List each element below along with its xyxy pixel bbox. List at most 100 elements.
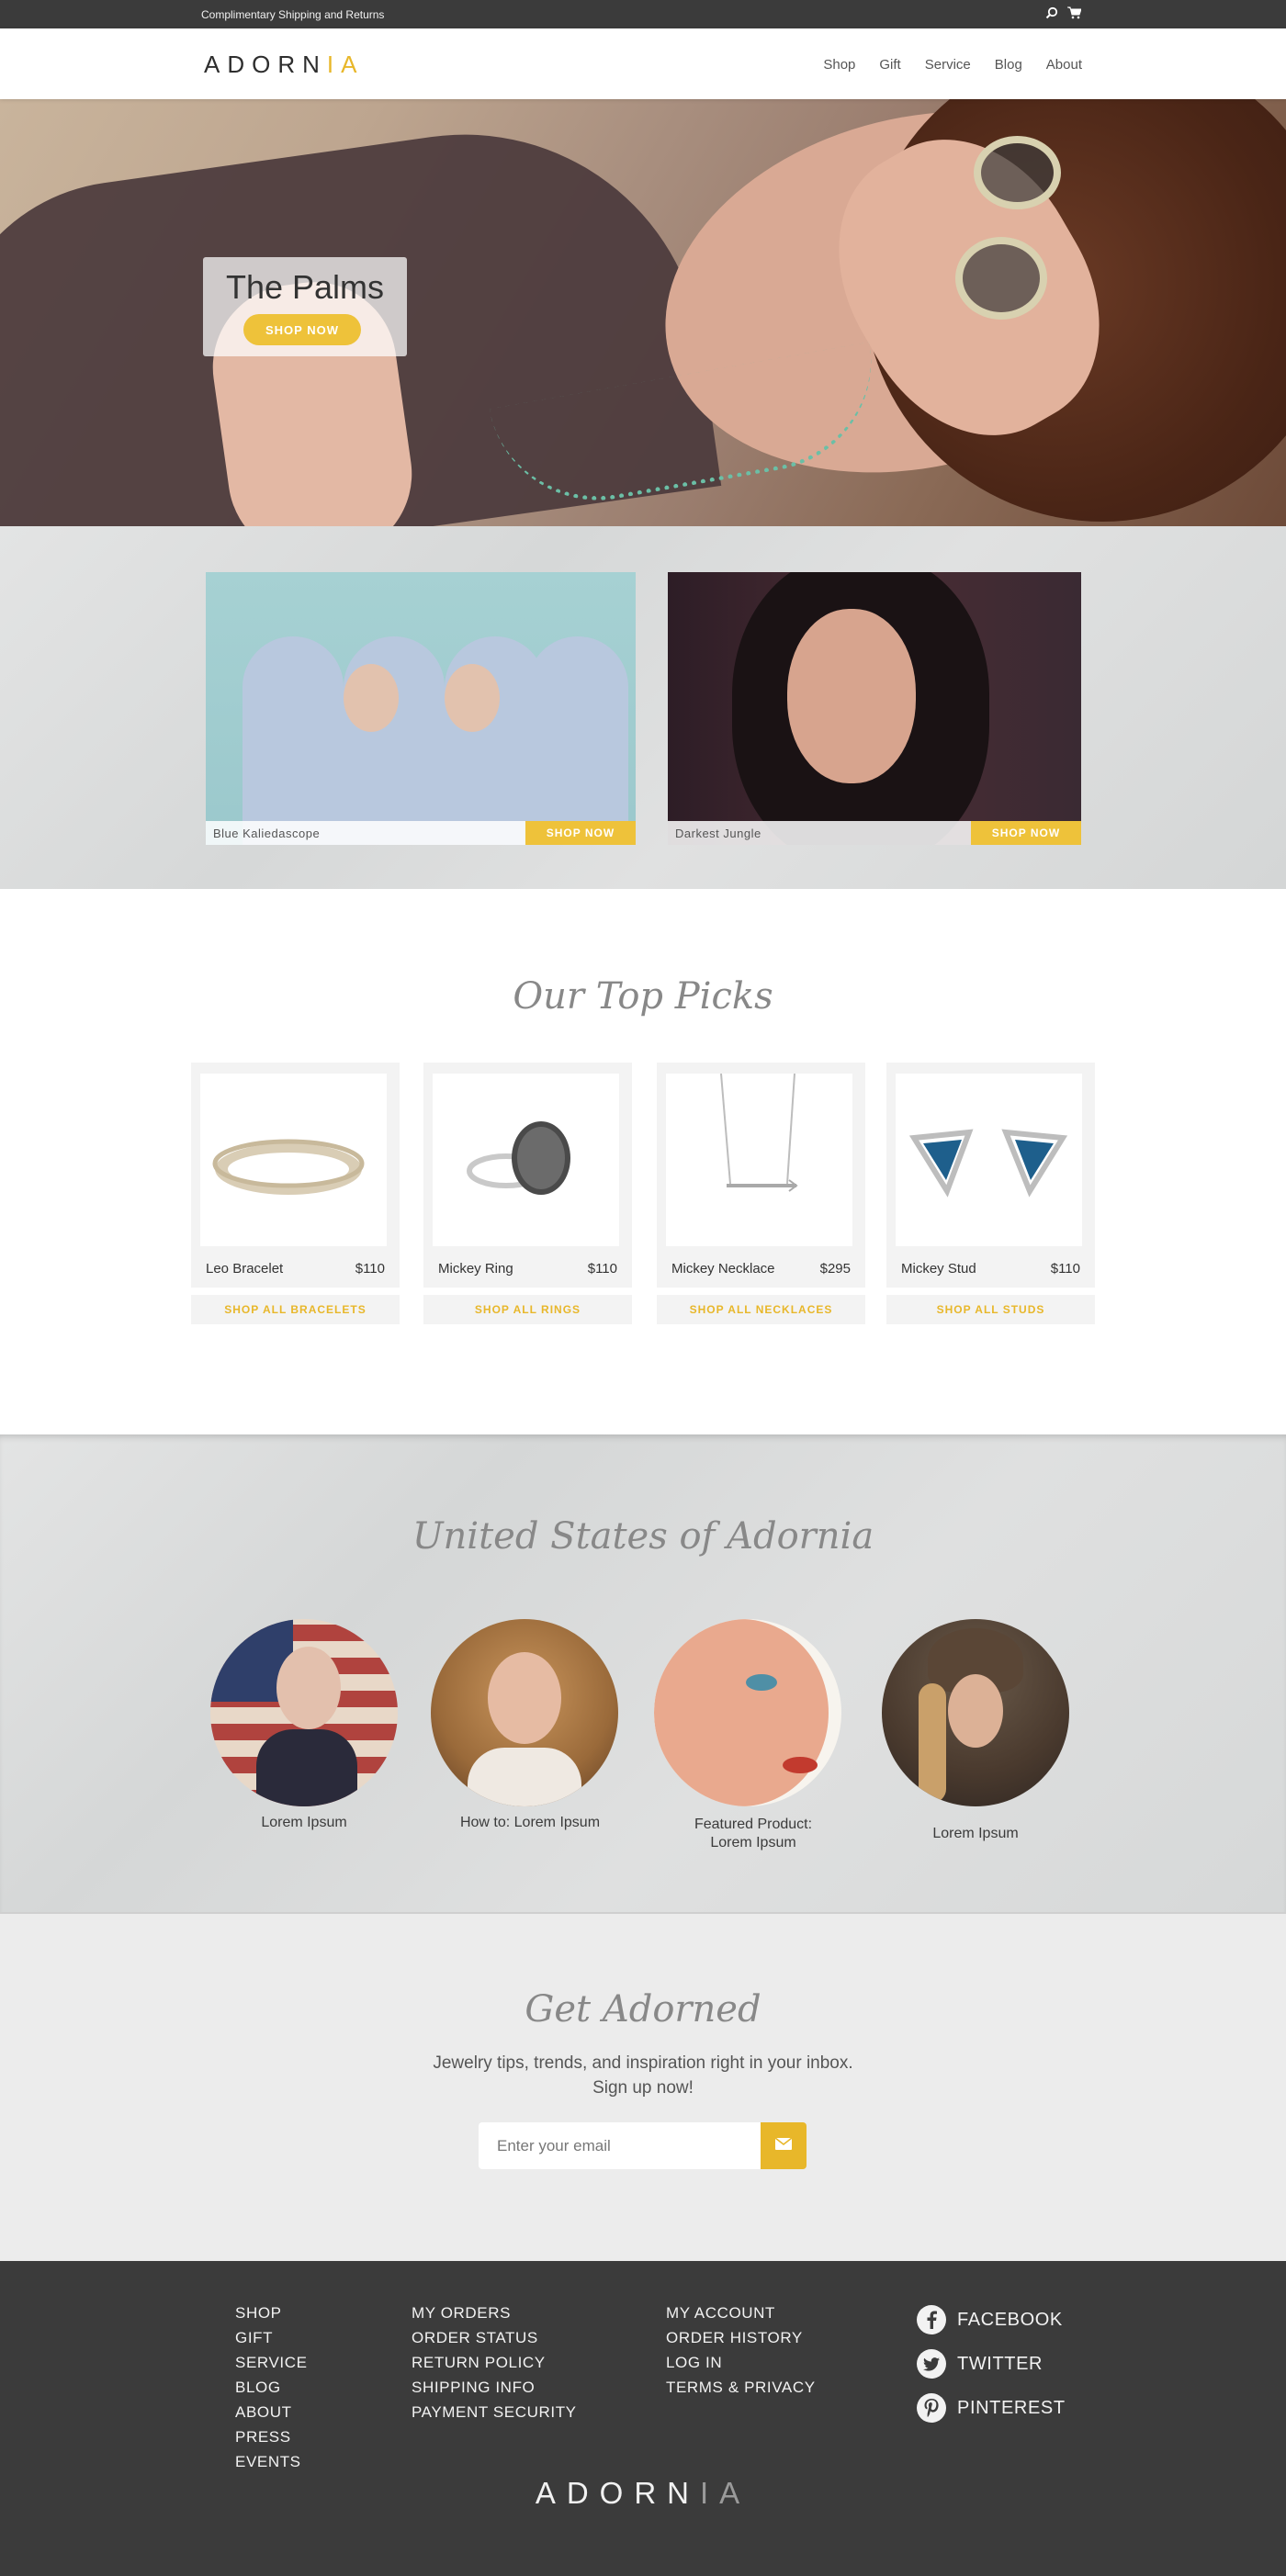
footer-link[interactable]: MY ACCOUNT [666, 2305, 816, 2322]
promo-tiles-section: Blue Kaliedascope SHOP NOW Darkest Jungl… [0, 526, 1286, 889]
portrait-face [654, 1619, 829, 1806]
topbar-icons [1045, 6, 1081, 19]
product-price: $110 [355, 1261, 385, 1277]
promo-tile-bar: Blue Kaliedascope SHOP NOW [206, 821, 636, 845]
shop-all-rings-link[interactable]: SHOP ALL RINGS [423, 1295, 632, 1324]
product-image [200, 1074, 387, 1246]
product-image [896, 1074, 1082, 1246]
community-caption-featured: Featured Product: Lorem Ipsum [634, 1816, 873, 1852]
shipping-promo: Complimentary Shipping and Returns [201, 8, 385, 21]
envelope-icon [774, 2136, 793, 2154]
top-picks-title: Our Top Picks [513, 975, 773, 1018]
promo-image-figure [243, 636, 344, 845]
twitter-label: TWITTER [957, 2353, 1043, 2374]
product-card-leo-bracelet[interactable]: Leo Bracelet $110 [191, 1063, 400, 1288]
portrait-face [276, 1647, 341, 1729]
top-bar: Complimentary Shipping and Returns [0, 0, 1286, 28]
footer-link[interactable]: LOG IN [666, 2355, 816, 2371]
footer-link[interactable]: MY ORDERS [412, 2305, 577, 2322]
facebook-icon [917, 2305, 946, 2334]
hero-image-sunglasses-lens [974, 136, 1061, 209]
product-price: $110 [1050, 1261, 1080, 1277]
cart-icon[interactable] [1067, 6, 1081, 19]
promo-tile-label: Darkest Jungle [675, 827, 761, 840]
footer-link[interactable]: ORDER STATUS [412, 2330, 577, 2346]
community-image-fur-hat-portrait[interactable] [882, 1619, 1069, 1806]
promo-image-figure [527, 636, 628, 845]
product-price: $110 [587, 1261, 617, 1277]
footer-link[interactable]: RETURN POLICY [412, 2355, 577, 2371]
promo-shop-now-button[interactable]: SHOP NOW [525, 821, 636, 845]
footer-link[interactable]: SERVICE [235, 2355, 308, 2371]
product-card-mickey-necklace[interactable]: Mickey Necklace $295 [657, 1063, 865, 1288]
nav-about[interactable]: About [1046, 57, 1082, 73]
pinterest-link[interactable]: PINTEREST [917, 2393, 1066, 2423]
community-image-howto-portrait[interactable] [431, 1619, 618, 1806]
footer-logo[interactable]: ADORNIA [0, 2476, 1286, 2511]
site-logo[interactable]: ADORNIA [204, 51, 364, 79]
nav-gift[interactable]: Gift [879, 57, 900, 73]
footer-link[interactable]: SHOP [235, 2305, 308, 2322]
footer-link[interactable]: ORDER HISTORY [666, 2330, 816, 2346]
community-caption: Lorem Ipsum [932, 1826, 1019, 1841]
footer-link[interactable]: ABOUT [235, 2404, 308, 2421]
promo-image-head [344, 664, 399, 732]
shop-all-necklaces-link[interactable]: SHOP ALL NECKLACES [657, 1295, 865, 1324]
footer-link[interactable]: EVENTS [235, 2454, 308, 2470]
promo-tile-blue-kaliedascope[interactable]: Blue Kaliedascope SHOP NOW [206, 572, 636, 845]
community-caption: Lorem Ipsum [261, 1815, 347, 1830]
footer-link[interactable]: SHIPPING INFO [412, 2379, 577, 2396]
product-card-mickey-ring[interactable]: Mickey Ring $110 [423, 1063, 632, 1288]
footer-link[interactable]: GIFT [235, 2330, 308, 2346]
product-image [433, 1074, 619, 1246]
newsletter-title: Get Adorned [525, 1988, 761, 2030]
product-card-mickey-stud[interactable]: Mickey Stud $110 [886, 1063, 1095, 1288]
product-name: Mickey Necklace [671, 1261, 775, 1277]
nav-shop[interactable]: Shop [823, 57, 855, 73]
nav-service[interactable]: Service [925, 57, 971, 73]
community-image-flag-portrait[interactable] [210, 1619, 398, 1806]
product-name: Leo Bracelet [206, 1261, 284, 1277]
nav-blog[interactable]: Blog [995, 57, 1022, 73]
main-nav: Shop Gift Service Blog About [823, 57, 1082, 73]
community-caption: How to: Lorem Ipsum [459, 1815, 601, 1830]
pinterest-label: PINTEREST [957, 2397, 1066, 2418]
promo-tile-label: Blue Kaliedascope [213, 827, 321, 840]
logo-text-main: ADORN [204, 51, 327, 78]
shop-all-studs-link[interactable]: SHOP ALL STUDS [886, 1295, 1095, 1324]
shop-all-bracelets-link[interactable]: SHOP ALL BRACELETS [191, 1295, 400, 1324]
portrait-lips [783, 1757, 818, 1773]
email-submit-button[interactable] [761, 2122, 807, 2169]
footer-social: FACEBOOK TWITTER PINTEREST [917, 2305, 1066, 2423]
community-image-featured-product[interactable] [654, 1619, 841, 1806]
caption-line: Lorem Ipsum [710, 1835, 796, 1850]
promo-tile-darkest-jungle[interactable]: Darkest Jungle SHOP NOW [668, 572, 1081, 845]
footer-link[interactable]: PAYMENT SECURITY [412, 2404, 577, 2421]
portrait-face [948, 1674, 1003, 1748]
twitter-icon [917, 2349, 946, 2379]
footer-logo-main: ADORN [535, 2476, 700, 2510]
footer-col-site: SHOP GIFT SERVICE BLOG ABOUT PRESS EVENT… [235, 2305, 308, 2470]
portrait-eye [746, 1674, 777, 1691]
footer-link[interactable]: PRESS [235, 2429, 308, 2446]
product-image [666, 1073, 852, 1246]
product-price: $295 [819, 1261, 851, 1277]
footer-link[interactable]: BLOG [235, 2379, 308, 2396]
promo-shop-now-button[interactable]: SHOP NOW [971, 821, 1081, 845]
footer-col-account: MY ACCOUNT ORDER HISTORY LOG IN TERMS & … [666, 2305, 816, 2396]
facebook-link[interactable]: FACEBOOK [917, 2305, 1066, 2334]
portrait-hair [919, 1683, 946, 1803]
email-input[interactable] [479, 2122, 761, 2169]
product-name: Mickey Stud [901, 1261, 976, 1277]
twitter-link[interactable]: TWITTER [917, 2349, 1066, 2379]
site-header: ADORNIA Shop Gift Service Blog About [0, 28, 1286, 99]
facebook-label: FACEBOOK [957, 2309, 1063, 2330]
search-icon[interactable] [1045, 6, 1058, 19]
portrait-shirt [256, 1729, 357, 1806]
product-name: Mickey Ring [438, 1261, 513, 1277]
footer-logo-accent: IA [700, 2476, 751, 2510]
hero-shop-now-button[interactable]: SHOP NOW [243, 314, 361, 345]
footer-link[interactable]: TERMS & PRIVACY [666, 2379, 816, 2396]
pinterest-icon [917, 2393, 946, 2423]
hero-banner: The Palms SHOP NOW [0, 99, 1286, 526]
